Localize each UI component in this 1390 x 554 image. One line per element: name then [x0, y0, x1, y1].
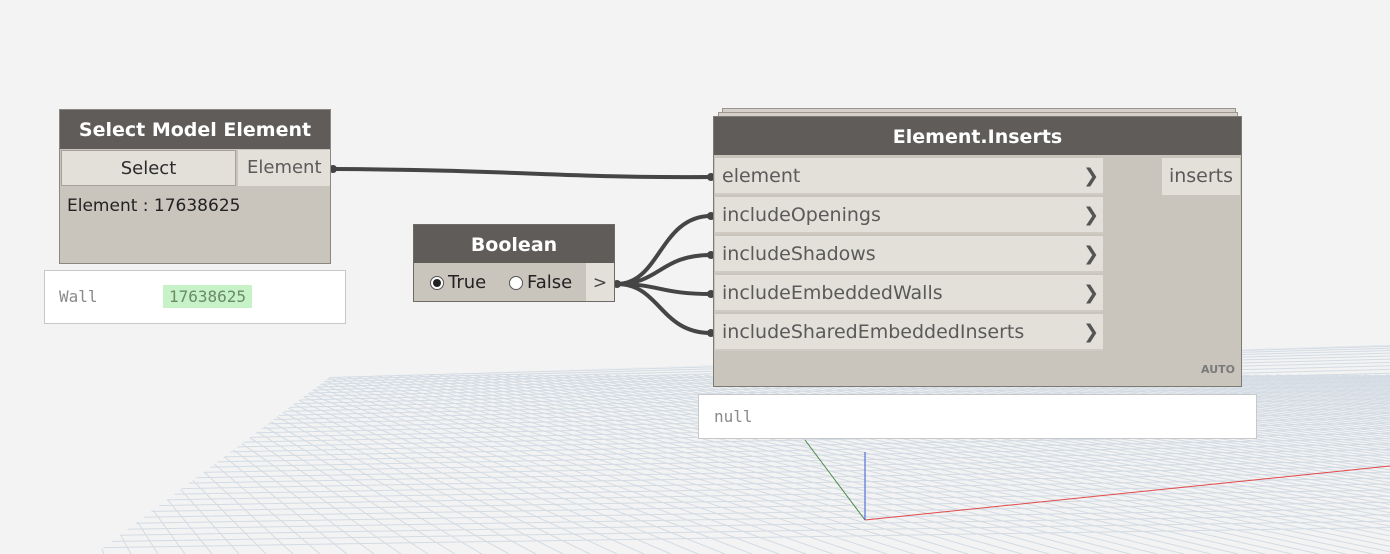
output-port-boolean[interactable]: >	[586, 263, 614, 301]
port-label: includeSharedEmbeddedInserts	[722, 321, 1025, 343]
chevron-right-icon[interactable]: ❯	[1083, 236, 1099, 273]
input-port-includeOpenings[interactable]: includeOpenings ❯	[715, 197, 1103, 234]
input-port-includeShadows[interactable]: includeShadows ❯	[715, 236, 1103, 273]
select-model-element-node[interactable]: Select Model Element Select Element Elem…	[59, 109, 331, 264]
input-port-includeSharedEmbeddedInserts[interactable]: includeSharedEmbeddedInserts ❯	[715, 314, 1103, 351]
port-label: includeEmbeddedWalls	[722, 282, 943, 304]
preview-value: 17638625	[163, 285, 253, 308]
node-preview-bubble[interactable]: null	[698, 394, 1257, 439]
radio-label: True	[448, 272, 487, 293]
chevron-right-icon[interactable]: ❯	[1083, 197, 1099, 234]
node-title[interactable]: Element.Inserts	[714, 117, 1241, 155]
radio-selected-icon	[430, 275, 444, 290]
chevron-right-icon[interactable]: ❯	[1083, 158, 1099, 195]
port-label: includeShadows	[722, 243, 876, 265]
radio-true[interactable]: True	[430, 272, 486, 293]
port-label: includeOpenings	[722, 204, 881, 226]
preview-type: Wall	[59, 287, 98, 306]
radio-unselected-icon	[509, 275, 523, 290]
element-inserts-node[interactable]: Element.Inserts element ❯ includeOpening…	[713, 116, 1242, 387]
select-button[interactable]: Select	[61, 150, 236, 186]
input-port-includeEmbeddedWalls[interactable]: includeEmbeddedWalls ❯	[715, 275, 1103, 312]
node-preview-bubble[interactable]: Wall 17638625	[44, 270, 346, 324]
radio-label: False	[527, 272, 573, 293]
output-port-inserts[interactable]: inserts	[1162, 158, 1240, 195]
node-title[interactable]: Boolean	[414, 225, 614, 263]
input-port-element[interactable]: element ❯	[715, 158, 1103, 195]
selection-status: Element : 17638625	[67, 196, 241, 216]
preview-value: null	[714, 407, 753, 426]
chevron-right-icon[interactable]: ❯	[1083, 314, 1099, 351]
radio-false[interactable]: False	[509, 272, 572, 293]
wire-bool-to-includeOpenings[interactable]	[615, 214, 713, 286]
node-title[interactable]: Select Model Element	[60, 110, 330, 149]
chevron-right-icon[interactable]: ❯	[1083, 275, 1099, 312]
boolean-node[interactable]: Boolean True False >	[413, 224, 615, 302]
port-label: element	[722, 165, 801, 187]
lacing-indicator[interactable]: AUTO	[1201, 363, 1235, 376]
wire-element-to-element[interactable]	[331, 167, 713, 180]
output-port-element[interactable]: Element	[238, 150, 330, 186]
